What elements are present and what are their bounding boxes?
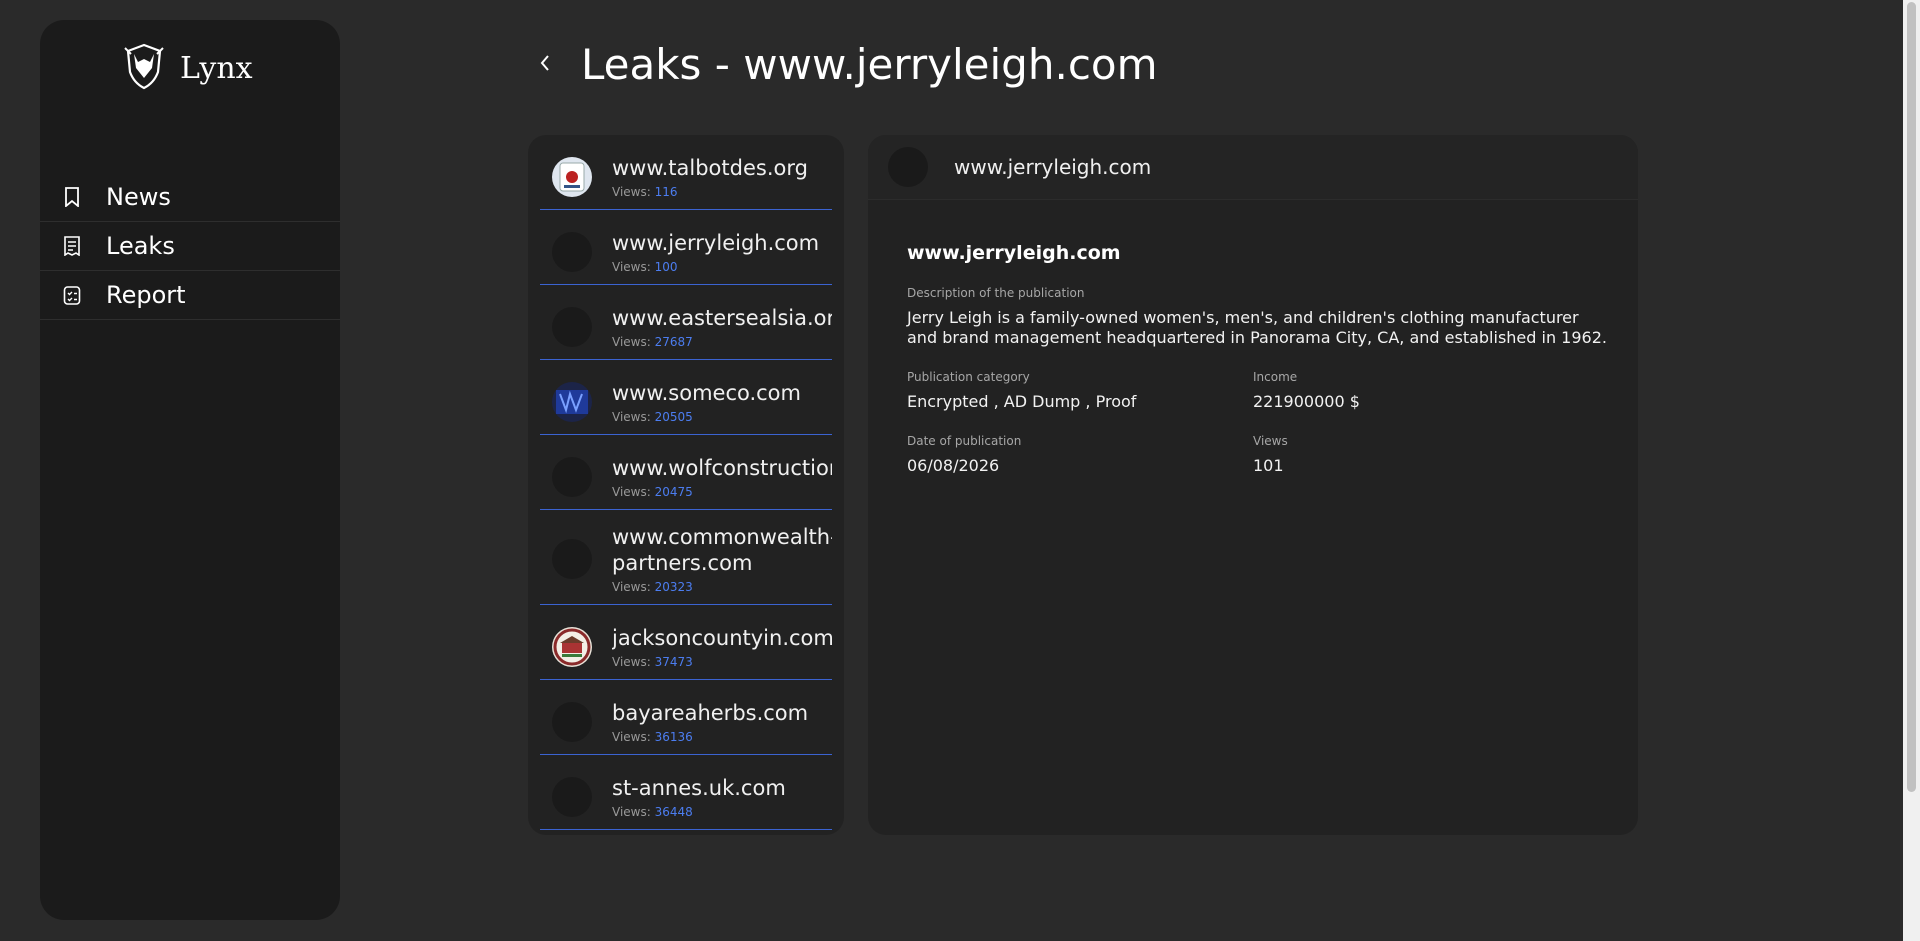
description-value: Jerry Leigh is a family-owned women's, m… xyxy=(907,308,1607,347)
income-label: Income xyxy=(1253,370,1298,384)
site-name: www.wolfconstruction.n xyxy=(612,456,832,480)
checklist-icon xyxy=(62,285,82,305)
sidebar-item-label: Report xyxy=(106,281,186,309)
detail-panel: www.jerryleigh.com www.jerryleigh.com De… xyxy=(868,135,1638,835)
list-item[interactable]: www.eastersealsia.org Views: 27687 xyxy=(540,285,832,360)
site-thumbnail xyxy=(552,307,592,347)
leaks-list[interactable]: www.talbotdes.org Views: 116 www.jerryle… xyxy=(528,135,844,835)
site-name: www.eastersealsia.org xyxy=(612,306,832,330)
bookmark-icon xyxy=(62,187,82,207)
back-button[interactable] xyxy=(535,55,555,75)
site-name: jacksoncountyin.com xyxy=(612,626,832,650)
views-count: Views: 20323 xyxy=(612,580,693,594)
views-count: Views: 20475 xyxy=(612,485,693,499)
scrollbar-thumb[interactable] xyxy=(1907,2,1916,792)
site-name: bayareaherbs.com xyxy=(612,701,809,725)
views-count: Views: 20505 xyxy=(612,410,693,424)
receipt-icon xyxy=(62,236,82,256)
app-name: Lynx xyxy=(180,50,253,86)
list-item[interactable]: www.wolfconstruction.n Views: 20475 xyxy=(540,435,832,510)
site-thumbnail xyxy=(552,777,592,817)
list-item[interactable]: www.someco.com Views: 20505 xyxy=(540,360,832,435)
detail-body: www.jerryleigh.com Description of the pu… xyxy=(868,200,1638,518)
category-value: Encrypted , AD Dump , Proof xyxy=(907,392,1137,411)
sidebar-item-report[interactable]: Report xyxy=(40,271,340,320)
site-thumbnail xyxy=(552,157,592,197)
site-thumbnail xyxy=(552,627,592,667)
site-thumbnail xyxy=(552,232,592,272)
views-count: Views: 116 xyxy=(612,185,678,199)
site-thumbnail xyxy=(552,539,592,579)
site-name: www.commonwealth-partners.com xyxy=(612,525,832,575)
detail-header: www.jerryleigh.com xyxy=(868,135,1638,200)
sidebar: Lynx News Leaks Report xyxy=(40,20,340,920)
list-item[interactable]: st-annes.uk.com Views: 36448 xyxy=(540,755,832,830)
chevron-left-icon xyxy=(539,54,551,76)
sidebar-nav: News Leaks Report xyxy=(40,173,340,320)
sidebar-item-label: News xyxy=(106,183,171,211)
income-value: 221900000 $ xyxy=(1253,392,1360,411)
views-count: Views: 36448 xyxy=(612,805,693,819)
list-item-selected[interactable]: www.jerryleigh.com Views: 100 xyxy=(540,210,832,285)
views-count: Views: 27687 xyxy=(612,335,693,349)
views-label: Views xyxy=(1253,434,1288,448)
site-name: www.someco.com xyxy=(612,381,801,405)
date-label: Date of publication xyxy=(907,434,1022,448)
views-count: Views: 100 xyxy=(612,260,678,274)
site-thumbnail xyxy=(552,457,592,497)
lynx-logo-icon xyxy=(122,42,166,94)
category-label: Publication category xyxy=(907,370,1030,384)
site-thumbnail xyxy=(552,382,592,422)
views-count: Views: 36136 xyxy=(612,730,693,744)
logo[interactable]: Lynx xyxy=(122,42,253,94)
list-item[interactable]: jacksoncountyin.com Views: 37473 xyxy=(540,605,832,680)
site-name: st-annes.uk.com xyxy=(612,776,786,800)
sidebar-item-leaks[interactable]: Leaks xyxy=(40,222,340,271)
page-title: Leaks - www.jerryleigh.com xyxy=(581,40,1158,89)
publication-name: www.jerryleigh.com xyxy=(907,242,1121,264)
date-value: 06/08/2026 xyxy=(907,456,1000,475)
views-count: Views: 37473 xyxy=(612,655,693,669)
sidebar-item-label: Leaks xyxy=(106,232,175,260)
site-name: www.jerryleigh.com xyxy=(612,231,820,255)
description-label: Description of the publication xyxy=(907,286,1085,300)
views-value: 101 xyxy=(1253,456,1284,475)
site-thumbnail xyxy=(888,147,928,187)
sidebar-item-news[interactable]: News xyxy=(40,173,340,222)
site-name: www.talbotdes.org xyxy=(612,156,808,180)
site-thumbnail xyxy=(552,702,592,742)
list-item[interactable]: www.commonwealth-partners.com Views: 203… xyxy=(540,510,832,605)
list-item[interactable]: www.talbotdes.org Views: 116 xyxy=(540,135,832,210)
detail-header-title: www.jerryleigh.com xyxy=(954,155,1152,179)
page-scrollbar[interactable] xyxy=(1903,0,1920,941)
list-item[interactable]: bayareaherbs.com Views: 36136 xyxy=(540,680,832,755)
